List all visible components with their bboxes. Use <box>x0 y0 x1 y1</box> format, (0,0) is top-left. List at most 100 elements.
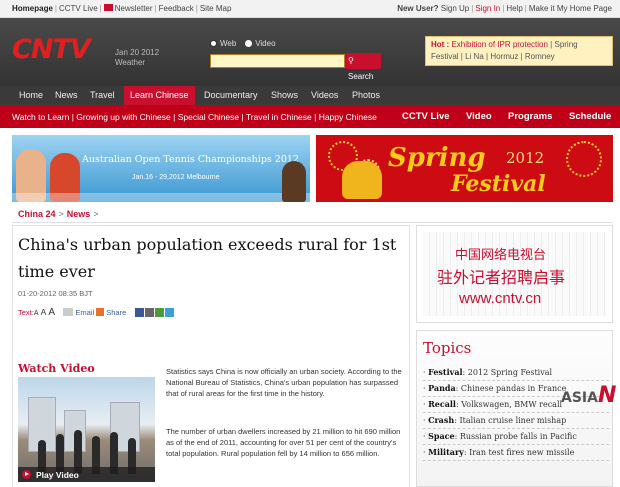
top-utility-bar: Homepage | CCTV Live | Newsletter | Feedback | S… <box>0 0 620 18</box>
search-icon: ⚲ <box>348 56 354 65</box>
hot-item[interactable]: Exhibition of IPR protection <box>451 40 548 49</box>
recruitment-ad[interactable]: 中国网络电视台 驻外记者招聘启事 www.cntv.cn <box>416 225 613 323</box>
text-size-small[interactable]: A <box>34 310 39 317</box>
topic-key: Military <box>428 447 464 457</box>
nav-shows[interactable]: Shows <box>271 90 298 100</box>
feedback-link[interactable]: Feedback <box>159 4 194 13</box>
topic-value: 2012 Spring Festival <box>467 368 553 377</box>
spring-word: Spring <box>388 143 486 173</box>
mail-icon <box>103 4 113 11</box>
article-paragraph: The number of urban dwellers increased b… <box>166 427 401 458</box>
search-button[interactable]: ⚲ Search <box>345 53 381 81</box>
newsletter-link[interactable]: Newsletter <box>115 4 153 13</box>
delicious-icon[interactable] <box>154 308 164 317</box>
hot-topics-box: Hot : Exhibition of IPR protection | Spr… <box>425 36 613 66</box>
divider <box>12 222 613 223</box>
sub-nav-links: Watch to Learn | Growing up with Chinese… <box>12 112 377 122</box>
email-link[interactable]: Email <box>75 308 94 317</box>
nav-learn-chinese[interactable]: Learn Chinese <box>124 86 195 105</box>
text-size-medium[interactable]: A <box>41 307 47 317</box>
sign-in-link[interactable]: Sign In <box>475 4 500 13</box>
topics-list: · Festival: 2012 Spring Festival · Panda… <box>423 365 609 461</box>
share-link[interactable]: Share <box>106 308 126 317</box>
nav-home[interactable]: Home <box>19 90 43 100</box>
sign-up-link[interactable]: Sign Up <box>441 4 469 13</box>
twitter-icon[interactable] <box>164 308 174 317</box>
topic-item[interactable]: · Space: Russian probe falls in Pacific <box>423 429 609 445</box>
weather-link[interactable]: Weather <box>115 58 159 68</box>
topic-item[interactable]: · Military: Iran test fires new missile <box>423 445 609 461</box>
facebook-icon[interactable] <box>134 308 144 317</box>
hot-item[interactable]: Romney <box>525 52 555 61</box>
topic-key: Recall <box>428 399 456 409</box>
ad-url: www.cntv.cn <box>459 290 542 307</box>
subnav-cctv-live[interactable]: CCTV Live <box>402 111 450 122</box>
subnav-growing-up[interactable]: Growing up with Chinese <box>76 112 171 122</box>
topic-value: Chinese pandas in France <box>460 384 567 393</box>
video-radio[interactable] <box>245 40 253 47</box>
nav-videos[interactable]: Videos <box>311 90 338 100</box>
subnav-happy-chinese[interactable]: Happy Chinese <box>319 112 377 122</box>
spring-year: 2012 <box>506 149 545 167</box>
date-weather: Jan 20 2012 Weather <box>115 48 159 68</box>
nav-documentary[interactable]: Documentary <box>204 90 258 100</box>
search-input[interactable] <box>210 54 345 68</box>
festival-word: Festival <box>451 171 546 197</box>
nav-travel[interactable]: Travel <box>90 90 115 100</box>
help-link[interactable]: Help <box>506 4 522 13</box>
watch-video-heading: Watch Video <box>18 362 95 375</box>
subnav-travel-in-chinese[interactable]: Travel in Chinese <box>246 112 312 122</box>
search-scope: Web Video <box>210 39 276 48</box>
cctv-live-link[interactable]: CCTV Live <box>59 4 98 13</box>
text-size-large[interactable]: A <box>48 307 55 318</box>
asian-logo-n: N <box>597 383 617 408</box>
topic-value: Italian cruise liner mishap <box>459 416 567 425</box>
subnav-watch-to-learn[interactable]: Watch to Learn <box>12 112 69 122</box>
tennis-banner-dates: Jan.16 - 29,2012 Melbourne <box>132 174 220 181</box>
sub-nav: Watch to Learn | Growing up with Chinese… <box>0 105 620 128</box>
web-radio-label: Web <box>220 39 237 48</box>
video-radio-label: Video <box>255 39 276 48</box>
topic-item[interactable]: · Crash: Italian cruise liner mishap <box>423 413 609 429</box>
topic-value: Iran test fires new missile <box>469 448 575 457</box>
article-dateline: 01-20-2012 08:35 BJT <box>18 289 93 298</box>
topic-value: Volkswagen, BMW recall <box>461 400 563 409</box>
nav-photos[interactable]: Photos <box>352 90 380 100</box>
current-date: Jan 20 2012 <box>115 48 160 57</box>
tennis-banner-title: Australian Open Tennis Championships 201… <box>82 154 299 165</box>
subnav-special-chinese[interactable]: Special Chinese <box>178 112 239 122</box>
topic-key: Crash <box>428 415 455 425</box>
cntv-logo[interactable]: CNTV <box>12 34 91 65</box>
firework-icon <box>566 141 602 177</box>
topic-key: Space <box>428 431 455 441</box>
myspace-icon[interactable] <box>144 308 154 317</box>
subnav-programs[interactable]: Programs <box>508 111 552 122</box>
web-radio[interactable] <box>210 40 217 47</box>
subnav-schedule[interactable]: Schedule <box>569 111 611 122</box>
asian-logo[interactable]: ASIAN <box>561 383 616 408</box>
tennis-banner[interactable]: Australian Open Tennis Championships 201… <box>12 135 310 202</box>
topics-panel: Topics · Festival: 2012 Spring Festival … <box>416 330 613 487</box>
topic-value: Russian probe falls in Pacific <box>459 432 577 441</box>
hot-item[interactable]: Li Na <box>465 52 484 61</box>
utility-links: Homepage | CCTV Live | Newsletter | Feedback | S… <box>12 4 232 13</box>
subnav-video[interactable]: Video <box>466 111 492 122</box>
text-size-label: Text: <box>18 308 34 317</box>
ad-line-1: 中国网络电视台 <box>455 248 547 263</box>
email-icon <box>63 308 74 316</box>
topic-key: Festival <box>428 367 463 377</box>
banner-band <box>12 193 310 202</box>
make-home-link[interactable]: Make it My Home Page <box>529 4 612 13</box>
breadcrumb-news[interactable]: News <box>67 209 91 219</box>
breadcrumb-china24[interactable]: China 24 <box>18 209 56 219</box>
play-video-button[interactable]: Play Video <box>18 467 155 482</box>
sitemap-link[interactable]: Site Map <box>200 4 232 13</box>
main-nav: Home News Travel Learn Chinese Documenta… <box>0 86 620 105</box>
spring-festival-banner[interactable]: Spring 2012 Festival <box>316 135 613 202</box>
nav-news[interactable]: News <box>55 90 78 100</box>
topic-item[interactable]: · Festival: 2012 Spring Festival <box>423 365 609 381</box>
hot-item[interactable]: Hormuz <box>490 52 518 61</box>
breadcrumb: China 24 > News > <box>18 209 99 219</box>
homepage-link[interactable]: Homepage <box>12 4 53 13</box>
article-headline: China's urban population exceeds rural f… <box>18 235 397 281</box>
